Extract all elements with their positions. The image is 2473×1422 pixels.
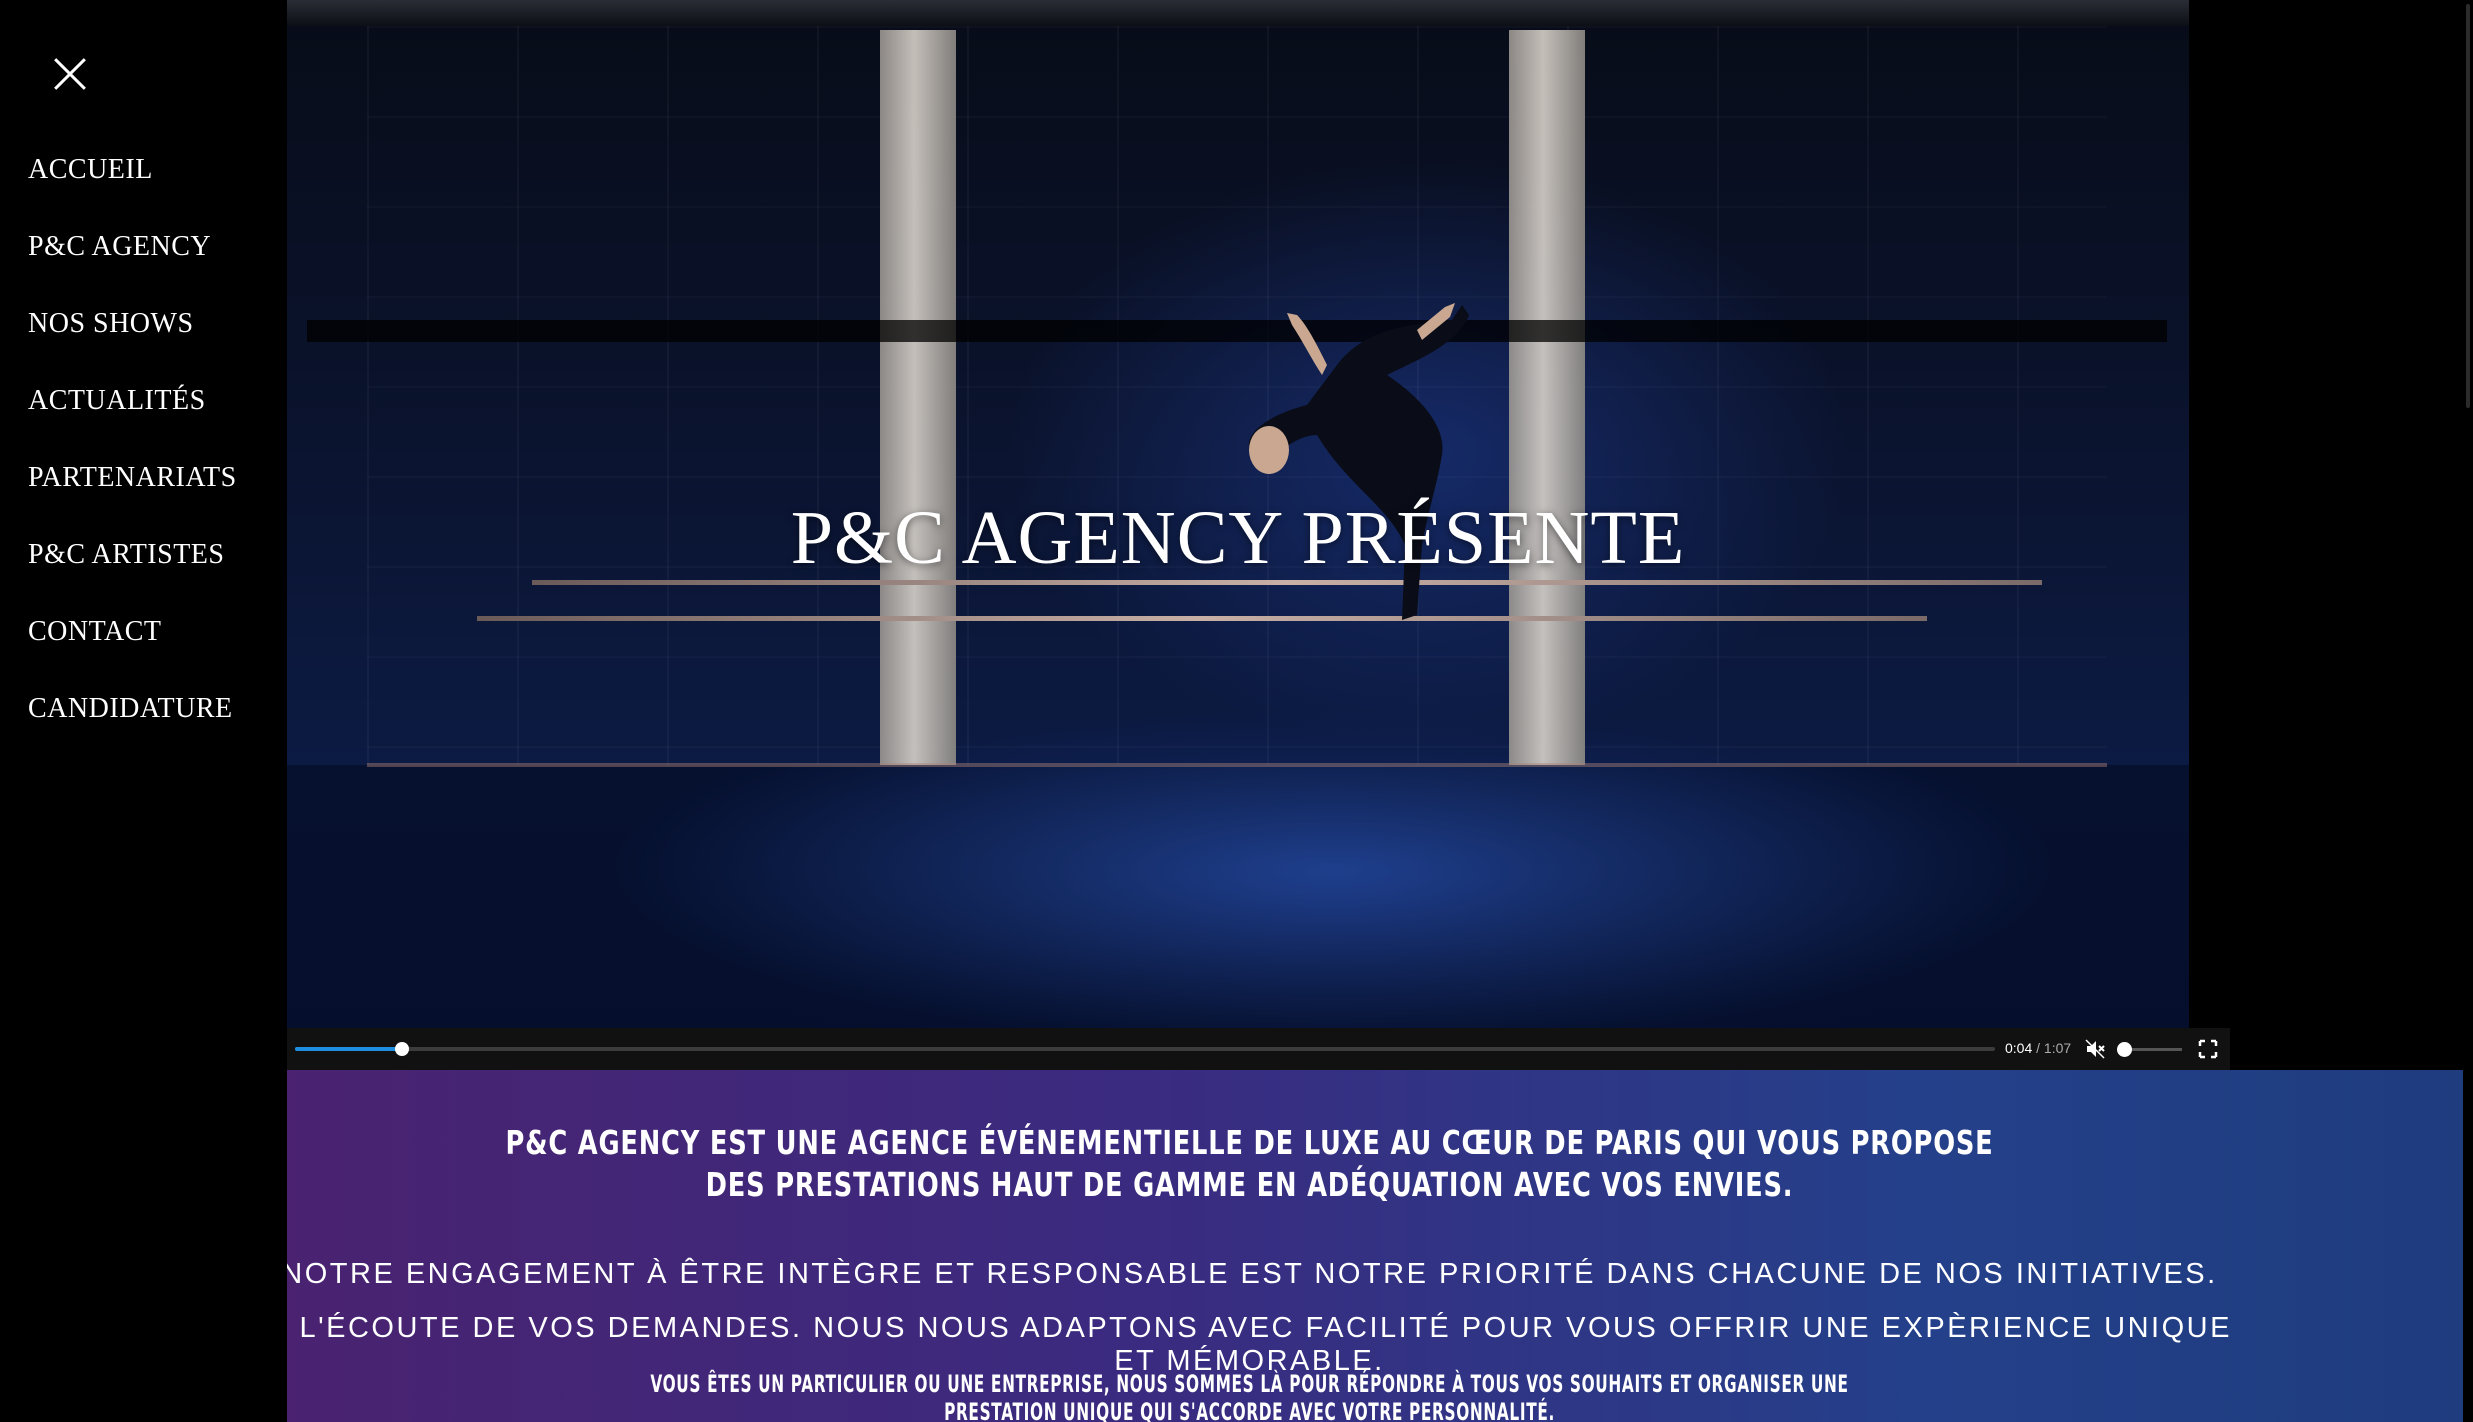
nav-item-candidature[interactable]: CANDIDATURE bbox=[28, 693, 237, 770]
nav-item-pc-agency[interactable]: P&C AGENCY bbox=[28, 231, 237, 308]
muted-speaker-icon[interactable] bbox=[2084, 1038, 2106, 1060]
video-controls: 0:04 / 1:07 bbox=[262, 1028, 2230, 1070]
main-nav: ACCUEIL P&C AGENCY NOS SHOWS ACTUALITÉS … bbox=[28, 154, 237, 770]
video-pillar bbox=[880, 30, 956, 765]
intro-line-2: Á L'ÉCOUTE DE VOS DEMANDES. NOUS NOUS AD… bbox=[267, 1312, 2232, 1377]
intro-section: P&C AGENCY EST UNE AGENCE ÉVÉNEMENTIELLE… bbox=[262, 1070, 2473, 1422]
intro-headline: P&C AGENCY EST UNE AGENCE ÉVÉNEMENTIELLE… bbox=[505, 1123, 1994, 1204]
video-ceiling bbox=[287, 0, 2189, 26]
video-title: P&C AGENCY PRÉSENTE bbox=[790, 496, 1686, 580]
intro-line-3: VOUS ÊTES UN PARTICULIER OU UNE ENTREPRI… bbox=[650, 1370, 1849, 1422]
progress-bar[interactable] bbox=[295, 1042, 1995, 1056]
time-separator: / bbox=[2036, 1040, 2041, 1056]
video-pillar bbox=[1509, 30, 1585, 765]
nav-item-partenariats[interactable]: PARTENARIATS bbox=[28, 462, 237, 539]
side-menu: ACCUEIL P&C AGENCY NOS SHOWS ACTUALITÉS … bbox=[0, 0, 287, 1422]
video-floorline bbox=[367, 763, 2107, 767]
fullscreen-icon[interactable] bbox=[2198, 1039, 2218, 1059]
nav-item-actualites[interactable]: ACTUALITÉS bbox=[28, 385, 237, 462]
nav-item-accueil[interactable]: ACCUEIL bbox=[28, 154, 237, 231]
duration: 1:07 bbox=[2043, 1040, 2072, 1056]
nav-item-contact[interactable]: CONTACT bbox=[28, 616, 237, 693]
dancer-figure bbox=[1248, 303, 1469, 620]
intro-line-1: NOTRE ENGAGEMENT À ÊTRE INTÈGRE ET RESPO… bbox=[281, 1258, 2218, 1290]
volume-slider[interactable] bbox=[2117, 1042, 2182, 1057]
scrollbar-thumb[interactable] bbox=[2466, 4, 2470, 408]
current-time: 0:04 bbox=[2005, 1040, 2033, 1056]
time-display: 0:04 / 1:07 bbox=[2005, 1040, 2071, 1056]
progress-knob[interactable] bbox=[395, 1042, 410, 1056]
nav-item-nos-shows[interactable]: NOS SHOWS bbox=[28, 308, 237, 385]
video-player[interactable]: P&C AGENCY PRÉSENTE bbox=[287, 0, 2189, 1028]
nav-item-pc-artistes[interactable]: P&C ARTISTES bbox=[28, 539, 237, 616]
progress-fill bbox=[295, 1047, 403, 1051]
volume-knob[interactable] bbox=[2117, 1042, 2132, 1057]
video-floor bbox=[287, 765, 2189, 1028]
close-icon[interactable] bbox=[48, 52, 92, 96]
video-rail bbox=[477, 616, 1927, 621]
